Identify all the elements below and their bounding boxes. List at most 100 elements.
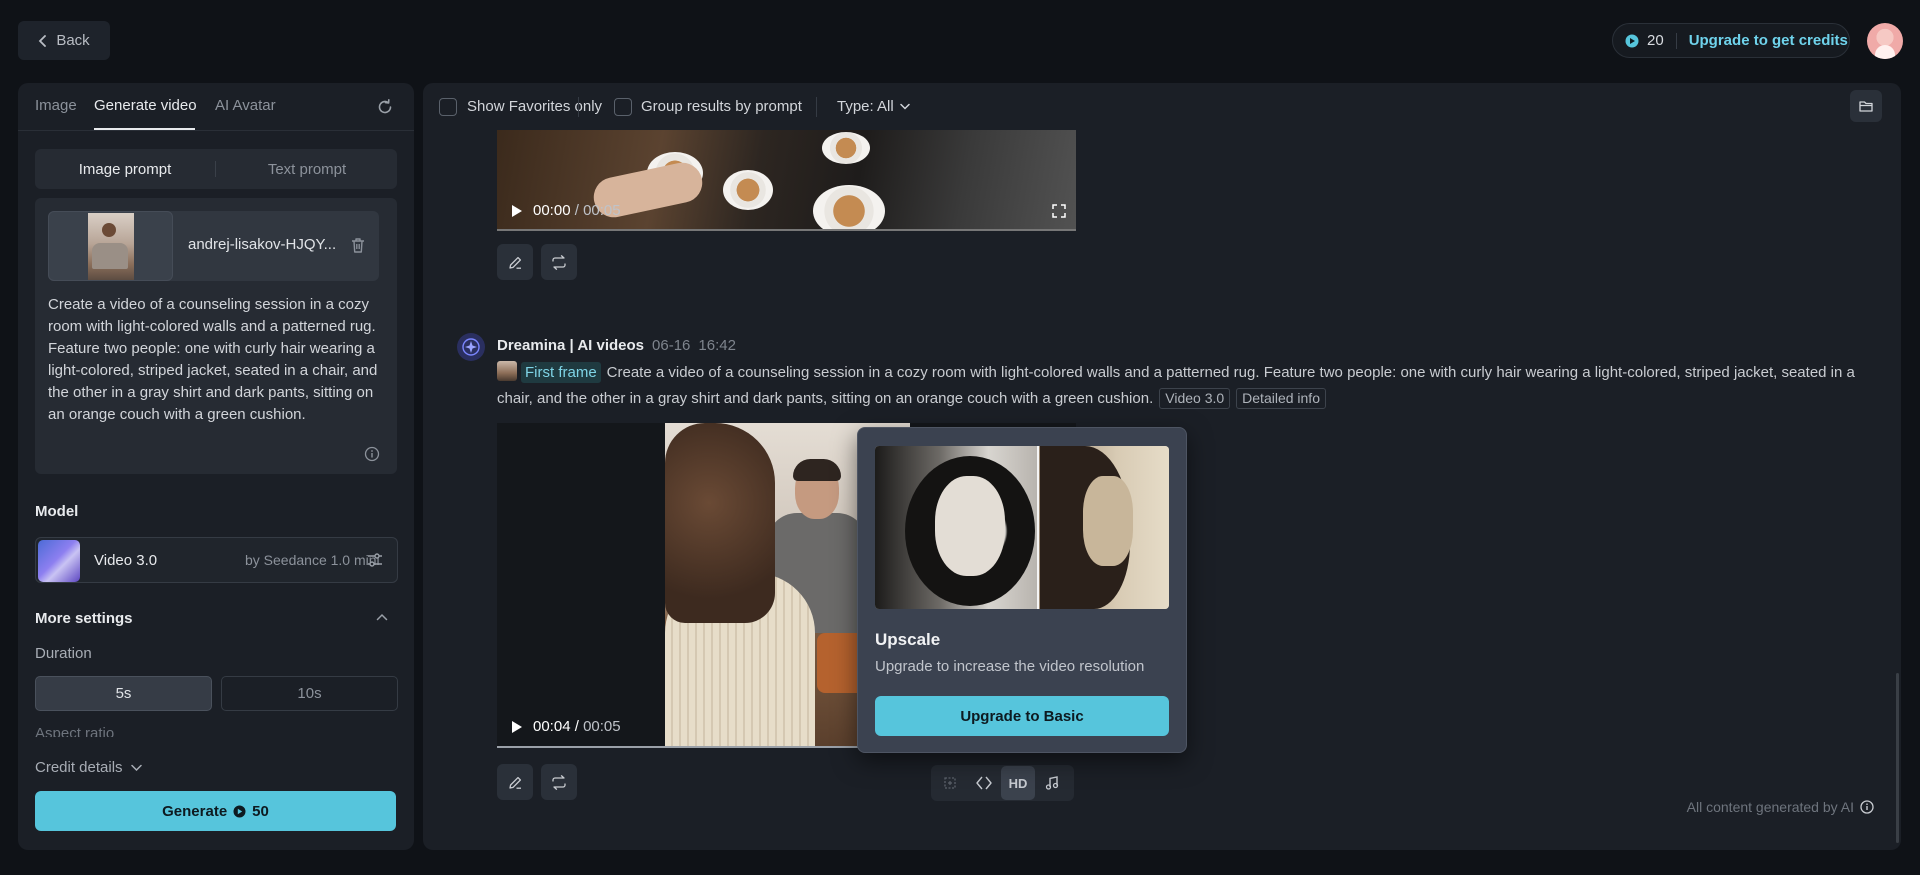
edit-button[interactable]	[497, 244, 533, 280]
video-1-time-separator: /	[574, 202, 579, 219]
back-label: Back	[56, 32, 90, 49]
duration-label: Duration	[35, 645, 92, 662]
group-by-prompt-checkbox[interactable]	[614, 98, 632, 116]
music-icon	[1045, 776, 1059, 790]
folder-icon	[1859, 100, 1873, 112]
first-frame-tag[interactable]: First frame	[521, 362, 601, 383]
tab-ai-avatar[interactable]: AI Avatar	[215, 97, 276, 114]
tab-generate-video[interactable]: Generate video	[94, 97, 197, 114]
result-date: 06-16	[652, 337, 691, 354]
toggle-divider	[215, 161, 216, 177]
prompt-box: andrej-lisakov-HJQY... Create a video of…	[35, 198, 397, 474]
duration-5s-option[interactable]: 5s	[35, 676, 212, 711]
refresh-icon[interactable]	[376, 98, 394, 116]
results-toolbar: Show Favorites only Group results by pro…	[423, 83, 1901, 131]
credit-coin-icon	[233, 805, 246, 818]
aspect-ratio-label: Aspect ratio	[35, 725, 115, 737]
video-1-controls: 00:00 / 00:05	[511, 202, 621, 219]
credits-count: 20	[1647, 32, 1664, 49]
chevron-down-icon	[130, 764, 142, 771]
ai-content-label: All content generated by AI	[1686, 799, 1854, 815]
detailed-info-chip[interactable]: Detailed info	[1236, 388, 1326, 409]
coffee-cup	[723, 170, 773, 210]
mode-tabs: Image Generate video AI Avatar	[18, 83, 414, 131]
regenerate-icon	[551, 774, 567, 790]
model-thumbnail	[38, 540, 80, 582]
upgrade-to-basic-button[interactable]: Upgrade to Basic	[875, 696, 1169, 736]
text-prompt-option[interactable]: Text prompt	[217, 149, 397, 189]
avatar[interactable]	[1867, 23, 1903, 59]
active-tab-indicator	[94, 128, 195, 130]
tab-image[interactable]: Image	[35, 97, 77, 114]
edit-icon	[508, 255, 523, 270]
play-icon[interactable]	[511, 204, 523, 218]
result-time: 16:42	[698, 337, 736, 354]
image-prompt-option[interactable]: Image prompt	[35, 149, 215, 189]
add-music-button[interactable]	[1035, 766, 1069, 800]
info-icon[interactable]	[1860, 800, 1874, 814]
results-scrollbar[interactable]	[1896, 673, 1899, 843]
crop-button[interactable]	[933, 766, 967, 800]
coffee-cup	[813, 185, 885, 231]
first-frame-thumbnail	[497, 361, 517, 381]
crop-icon	[943, 776, 957, 790]
back-button[interactable]: Back	[18, 21, 110, 60]
video-2-duration: 00:05	[583, 718, 621, 735]
interpolate-icon	[976, 776, 992, 790]
video-1-current-time: 00:00	[533, 202, 571, 219]
info-icon[interactable]	[364, 446, 380, 462]
credit-details-toggle[interactable]: Credit details	[35, 759, 142, 776]
prompt-mode-toggle: Image prompt Text prompt	[35, 149, 397, 189]
credit-details-label: Credit details	[35, 759, 123, 776]
uploaded-image-thumbnail	[48, 211, 173, 281]
group-by-prompt-label[interactable]: Group results by prompt	[641, 98, 802, 115]
chevron-left-icon	[38, 34, 48, 47]
video-2-controls: 00:04 / 00:05	[511, 718, 621, 735]
model-selector[interactable]: Video 3.0 by Seedance 1.0 mini	[35, 537, 398, 583]
video-2-time-separator: /	[574, 718, 579, 735]
video-2-current-time: 00:04	[533, 718, 571, 735]
fullscreen-icon[interactable]	[1052, 204, 1066, 218]
model-heading: Model	[35, 503, 79, 520]
regenerate-button[interactable]	[541, 244, 577, 280]
video-1-progress[interactable]	[497, 229, 1076, 231]
credits-widget[interactable]: 20 Upgrade to get credits	[1612, 23, 1850, 58]
uploaded-file-name: andrej-lisakov-HJQY...	[188, 236, 337, 253]
duration-10s-option[interactable]: 10s	[221, 676, 398, 711]
chevron-up-icon[interactable]	[376, 613, 388, 621]
toolbar-divider	[816, 97, 817, 117]
video-1-duration: 00:05	[583, 202, 621, 219]
uploaded-image-card[interactable]: andrej-lisakov-HJQY...	[48, 211, 379, 281]
result-author: Dreamina | AI videos	[497, 337, 645, 354]
upscale-popover: Upscale Upgrade to increase the video re…	[857, 427, 1187, 753]
show-favorites-checkbox[interactable]	[439, 98, 457, 116]
first-frame-image	[88, 213, 134, 280]
ai-content-note: All content generated by AI	[1687, 799, 1874, 815]
model-provider: by Seedance 1.0 mini	[245, 552, 380, 568]
sliders-icon[interactable]	[367, 552, 383, 568]
play-icon[interactable]	[511, 720, 523, 734]
type-filter-dropdown[interactable]: Type: All	[837, 98, 910, 115]
more-settings-toggle[interactable]: More settings	[35, 610, 133, 627]
hd-upscale-button[interactable]: HD	[1001, 766, 1035, 800]
upscale-description: Upgrade to increase the video resolution	[875, 658, 1145, 675]
type-filter-label: Type: All	[837, 98, 894, 115]
result-header: Dreamina | AI videos 06-16 16:42	[497, 337, 736, 354]
credit-coin-icon	[1625, 34, 1639, 48]
result-prompt: First frame Create a video of a counselin…	[497, 360, 1882, 412]
folder-button[interactable]	[1850, 90, 1882, 122]
model-chip: Video 3.0	[1159, 388, 1231, 409]
chevron-down-icon	[899, 103, 910, 110]
regenerate-button[interactable]	[541, 764, 577, 800]
edit-button[interactable]	[497, 764, 533, 800]
prompt-textarea[interactable]: Create a video of a counseling session i…	[48, 294, 388, 426]
trash-icon[interactable]	[350, 237, 366, 254]
interpolate-button[interactable]	[967, 766, 1001, 800]
edit-icon	[508, 775, 523, 790]
generate-button[interactable]: Generate 50	[35, 791, 396, 831]
video-player-1[interactable]: 00:00 / 00:05	[497, 130, 1076, 231]
show-favorites-label[interactable]: Show Favorites only	[467, 98, 602, 115]
model-name: Video 3.0	[94, 552, 158, 569]
generate-cost: 50	[252, 802, 269, 820]
upgrade-credits-link[interactable]: Upgrade to get credits	[1689, 32, 1848, 49]
